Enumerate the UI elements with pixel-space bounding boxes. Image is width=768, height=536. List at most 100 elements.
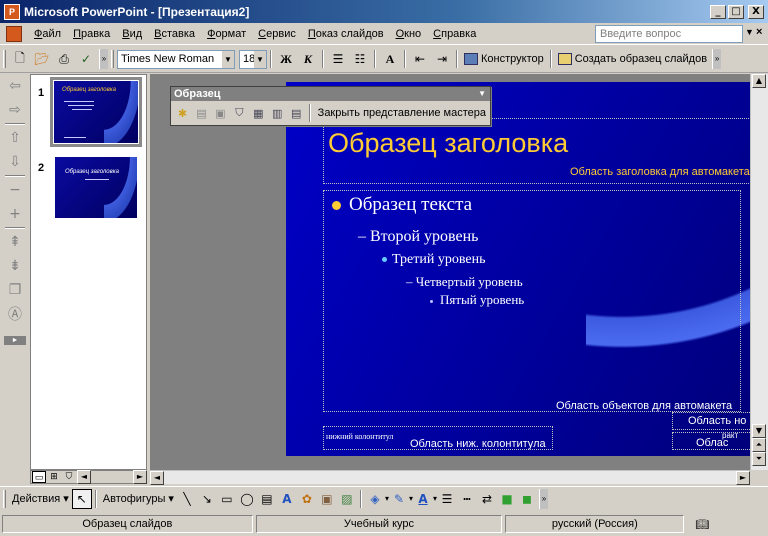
demote-icon[interactable]: ⇨ — [0, 98, 30, 122]
line-style-icon[interactable]: ☰ — [437, 489, 457, 509]
show-formatting-icon[interactable]: Ⓐ — [0, 302, 30, 326]
open-icon[interactable]: 📂︎ — [32, 49, 52, 69]
slide-master[interactable]: Образец заголовка Область заголовка для … — [286, 82, 750, 456]
collapse-all-icon[interactable]: ⇞ — [0, 230, 30, 254]
italic-button[interactable]: К — [298, 49, 318, 69]
text-level-2[interactable]: – Второй уровень — [358, 228, 478, 246]
layout-icon[interactable]: ▤ — [287, 103, 306, 123]
master-layout-icon[interactable]: ▥ — [268, 103, 287, 123]
close-master-view-button[interactable]: Закрыть представление мастера — [314, 107, 490, 119]
horizontal-scrollbar[interactable]: ◄ ► — [150, 470, 750, 485]
oval-icon[interactable]: ◯ — [237, 489, 257, 509]
body-placeholder[interactable] — [323, 190, 741, 412]
summary-slide-icon[interactable]: ❐ — [0, 278, 30, 302]
insert-title-master-icon[interactable]: ▤ — [192, 103, 211, 123]
numbering-icon[interactable]: ☰ — [328, 49, 348, 69]
actions-menu-button[interactable]: Действия ▾ — [9, 489, 72, 509]
textbox-icon[interactable]: ▤ — [257, 489, 277, 509]
close-button[interactable]: X — [748, 4, 764, 19]
diagram-icon[interactable]: ✿ — [297, 489, 317, 509]
expand-all-icon[interactable]: ⇟ — [0, 254, 30, 278]
previous-slide-icon[interactable]: ⏶ — [752, 438, 766, 452]
text-level-1[interactable]: Образец текста — [332, 194, 472, 216]
scroll-left-icon[interactable]: ◄ — [77, 470, 91, 484]
text-level-3[interactable]: Третий уровень — [382, 252, 485, 268]
scroll-up-icon[interactable]: ▲ — [752, 74, 766, 88]
vertical-scrollbar[interactable]: ▲ ▼ ⏶ ⏷ — [750, 74, 768, 470]
wordart-icon[interactable]: A — [277, 489, 297, 509]
toolbar-options-icon[interactable]: ▼ — [478, 87, 486, 101]
toolbar-grip[interactable] — [3, 50, 6, 68]
expand-icon[interactable]: + — [0, 202, 30, 226]
menu-file[interactable]: Файл — [28, 28, 67, 40]
line-color-icon[interactable]: ✎ — [389, 489, 409, 509]
decrease-indent-icon[interactable]: ⇤ — [410, 49, 430, 69]
toolbar-options-chevron[interactable]: » — [99, 49, 108, 69]
promote-icon[interactable]: ⇦ — [0, 74, 30, 98]
toolbar-grip[interactable] — [3, 489, 6, 508]
bold-button[interactable]: Ж — [276, 49, 296, 69]
ask-question-input[interactable]: Введите вопрос — [595, 25, 743, 43]
fill-color-icon[interactable]: ◈ — [365, 489, 385, 509]
scroll-right-icon[interactable]: ► — [133, 470, 147, 484]
delete-master-icon[interactable]: ▣ — [211, 103, 230, 123]
menu-window[interactable]: Окно — [390, 28, 428, 40]
slide-thumbnail-2[interactable]: Образец заголовка — [55, 157, 137, 218]
menu-tools[interactable]: Сервис — [252, 28, 302, 40]
menu-insert[interactable]: Вставка — [148, 28, 201, 40]
document-icon[interactable] — [6, 25, 22, 42]
arrow-style-icon[interactable]: ⇄ — [477, 489, 497, 509]
shadow-icon[interactable]: ■ — [497, 489, 517, 509]
toolbar-options-chevron[interactable]: » — [712, 49, 722, 69]
ask-dropdown-icon[interactable]: ▼ — [745, 27, 754, 37]
new-document-icon[interactable]: 🗋 — [10, 49, 30, 69]
font-name-select[interactable]: Times New Roman ▼ — [117, 49, 235, 69]
slideshow-icon[interactable]: ⛉ — [62, 471, 76, 483]
move-up-icon[interactable]: ⇧ — [0, 126, 30, 150]
slide-sorter-icon[interactable]: ⊞ — [47, 471, 61, 483]
designer-button[interactable]: Конструктор — [461, 53, 547, 65]
text-level-5[interactable]: Пятый уровень — [430, 292, 524, 308]
toolbar-options-chevron[interactable]: » — [539, 488, 548, 509]
master-toolbar-title[interactable]: Образец ▼ — [171, 87, 490, 101]
collapse-icon[interactable]: − — [0, 178, 30, 202]
clipart-icon[interactable]: ▣ — [317, 489, 337, 509]
doc-close-button[interactable]: × — [756, 26, 762, 38]
menu-edit[interactable]: Правка — [67, 28, 116, 40]
toolbar-options-chevron[interactable]: ► — [4, 336, 26, 345]
next-slide-icon[interactable]: ⏷ — [752, 452, 766, 466]
font-size-select[interactable]: 18 ▼ — [239, 49, 267, 69]
normal-view-icon[interactable]: ▭ — [32, 471, 46, 483]
picture-icon[interactable]: ▨ — [337, 489, 357, 509]
menu-slideshow[interactable]: Показ слайдов — [302, 28, 390, 40]
select-objects-icon[interactable]: ↖ — [71, 488, 92, 509]
arrow-icon[interactable]: ↘ — [197, 489, 217, 509]
insert-new-master-icon[interactable]: ✱ — [173, 103, 192, 123]
dash-style-icon[interactable]: ┅ — [457, 489, 477, 509]
scroll-right-icon[interactable]: ► — [736, 471, 750, 485]
scroll-left-icon[interactable]: ◄ — [150, 471, 164, 485]
bullets-icon[interactable]: ☷ — [350, 49, 370, 69]
maximize-button[interactable]: □ — [728, 4, 744, 19]
slide-title[interactable]: Образец заголовка — [328, 128, 568, 159]
rectangle-icon[interactable]: ▭ — [217, 489, 237, 509]
minimize-button[interactable]: _ — [710, 4, 726, 19]
create-master-button[interactable]: Создать образец слайдов — [555, 53, 710, 65]
scroll-down-icon[interactable]: ▼ — [752, 424, 766, 438]
spelling-icon[interactable]: ✓ — [76, 49, 96, 69]
increase-indent-icon[interactable]: ⇥ — [432, 49, 452, 69]
text-level-4[interactable]: – Четвертый уровень — [406, 274, 523, 290]
3d-icon[interactable]: ◼ — [517, 489, 537, 509]
toolbar-grip[interactable] — [111, 50, 114, 68]
preserve-master-icon[interactable]: ⛉ — [230, 103, 249, 123]
font-color-icon[interactable]: A — [413, 489, 433, 509]
slide-thumbnail-1[interactable]: Образец заголовка — [50, 77, 142, 147]
autoshapes-menu-button[interactable]: Автофигуры ▾ — [100, 489, 177, 509]
menu-view[interactable]: Вид — [116, 28, 148, 40]
spelling-status-icon[interactable]: 📖︎ — [687, 515, 763, 533]
increase-font-icon[interactable]: A — [380, 49, 400, 69]
menu-help[interactable]: Справка — [427, 28, 482, 40]
powerpoint-app-icon[interactable]: P — [4, 3, 20, 20]
rename-master-icon[interactable]: ▦ — [249, 103, 268, 123]
print-icon[interactable]: ⎙ — [54, 49, 74, 69]
